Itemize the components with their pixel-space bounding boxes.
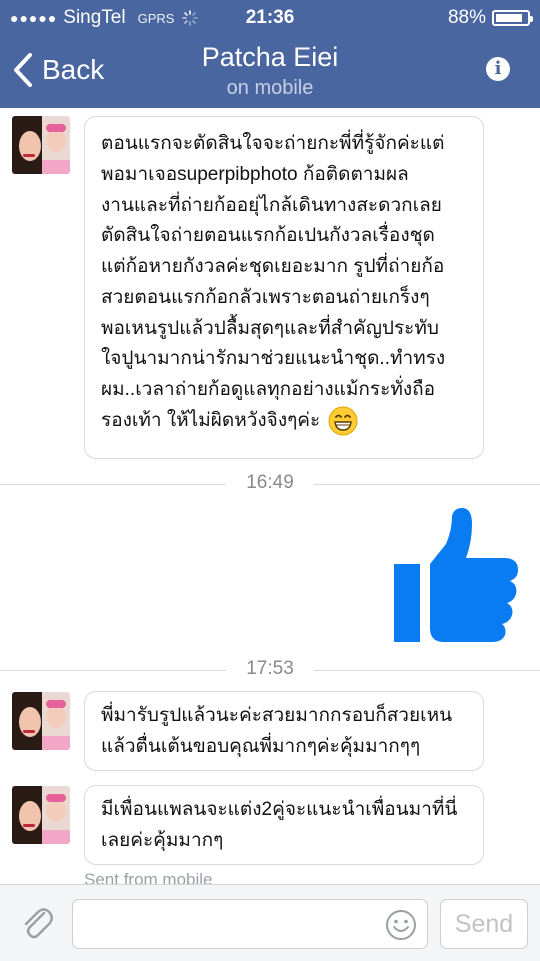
avatar[interactable] — [12, 786, 70, 844]
message-line-last: รองเท้า ให้ไม่ผิดหวังจิงๆค่ะ — [101, 406, 467, 437]
battery-fill — [496, 14, 522, 22]
timestamp-divider: 16:49 — [0, 472, 540, 496]
timestamp-divider: 17:53 — [0, 658, 540, 682]
battery-percent: 88% — [447, 7, 486, 28]
message-composer: Send — [0, 884, 540, 961]
message-line: พอมาเจอsuperpibphoto ก้อติดตามผล — [101, 163, 409, 185]
emoji-picker-icon[interactable] — [385, 909, 417, 941]
battery-icon — [492, 10, 533, 26]
message-line: ใจปูนามากน่ารักมาช่วยแนะนำชุด..ทำทรง — [101, 348, 446, 370]
conversation-title: Patcha Eiei — [201, 42, 339, 72]
message-bubble: พี่มารับรูปแล้วนะค่ะสวยมากกรอบก็สวยเหน แ… — [84, 691, 484, 771]
info-icon[interactable]: i — [486, 57, 510, 81]
message-bubble: ตอนแรกจะตัดสินใจจะถ่ายกะพี่ที่รู้จักค่ะแ… — [84, 116, 484, 459]
message-line: มีเพื่อนแพลนจะแต่ง2คู่จะแนะนำเพื่อนมาที่… — [101, 799, 458, 820]
timestamp: 17:53 — [246, 658, 294, 679]
message-line: ผม..เวลาถ่ายก้อดูแลทุกอย่างแม้กระทั่งถือ — [101, 379, 436, 401]
navigation-header: ●●●●● SingTel GPRS 21:36 88% Back Patcha… — [0, 0, 540, 108]
send-button[interactable]: Send — [440, 899, 528, 949]
timestamp: 16:49 — [246, 472, 294, 493]
message-line: สวยตอนแรกก้อกลัวเพราะตอนถ่ายเกร็งๆ — [101, 286, 430, 308]
thumbs-up-icon[interactable] — [394, 508, 518, 644]
status-right: 88% — [447, 7, 533, 29]
message-line: พี่มารับรูปแล้วนะค่ะสวยมากกรอบก็สวยเหน — [101, 705, 453, 726]
profile-photo-icon — [12, 116, 70, 174]
grinning-face-icon — [328, 406, 358, 436]
message-line: งานและที่ถ่ายก้ออยุ่ไกล้เดินทางสะดวกเลย — [101, 194, 442, 216]
message-line: แต่ก้อหายกังวลค่ะชุดเยอะมาก รูปที่ถ่ายก้… — [101, 256, 445, 278]
message-line: ตอนแรกจะตัดสินใจจะถ่ายกะพี่ที่รู้จักค่ะแ… — [101, 133, 445, 154]
status-bar: ●●●●● SingTel GPRS 21:36 88% — [0, 0, 540, 36]
paperclip-icon[interactable] — [20, 905, 56, 941]
message-line: พอเหนรูปแล้วปลื้มสุดๆและที่สำคัญประทับ — [101, 317, 439, 339]
message-line-text: รองเท้า ให้ไม่ผิดหวังจิงๆค่ะ — [101, 409, 321, 431]
avatar[interactable] — [12, 116, 70, 174]
message-input[interactable] — [72, 899, 428, 949]
message-line: ตัดสินใจถ่ายตอนแรกก้อเปนกังวลเรื่องชุด — [101, 225, 435, 247]
message-line: แล้วตื่นเต้นขอบคุณพี่มากๆค่ะคุ้มมากๆๆ — [101, 735, 421, 757]
avatar[interactable] — [12, 692, 70, 750]
profile-photo-icon — [12, 692, 70, 750]
message-bubble: มีเพื่อนแพลนจะแต่ง2คู่จะแนะนำเพื่อนมาที่… — [84, 785, 484, 865]
profile-photo-icon — [12, 786, 70, 844]
conversation-subtitle: on mobile — [226, 77, 314, 99]
message-line: เลยค่ะคุ้มมากๆ — [101, 829, 224, 851]
